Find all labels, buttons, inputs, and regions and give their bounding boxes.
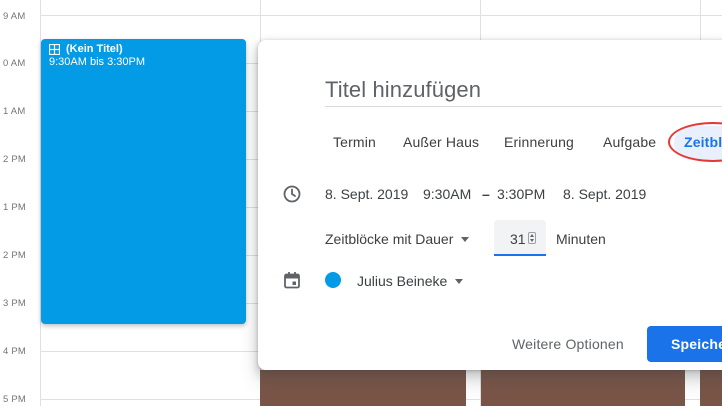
time-label: 2 PM — [3, 250, 26, 261]
time-label: 1 AM — [3, 106, 26, 117]
end-date[interactable]: 8. Sept. 2019 — [563, 186, 646, 202]
tab-termin[interactable]: Termin — [333, 134, 376, 150]
time-label: 9 AM — [3, 11, 26, 22]
event-title: (Kein Titel) — [66, 43, 123, 55]
time-label: 4 PM — [3, 346, 26, 357]
spinner-icon[interactable] — [528, 232, 536, 244]
time-label: 3 PM — [3, 298, 26, 309]
clock-icon — [283, 185, 301, 203]
start-time[interactable]: 9:30AM — [423, 186, 471, 202]
time-separator: – — [482, 186, 490, 202]
save-button[interactable]: Speiche — [647, 326, 722, 362]
time-label: 1 PM — [3, 202, 26, 213]
time-label: 2 PM — [3, 154, 26, 165]
highlight-ring — [668, 122, 722, 162]
block-type-label: Zeitblöcke mit Dauer — [325, 231, 454, 247]
title-input[interactable]: Titel hinzufügen — [325, 77, 722, 107]
calendar-dropdown[interactable]: Julius Beineke — [357, 273, 464, 289]
quick-create-dialog: Titel hinzufügen Termin Außer Haus Erinn… — [258, 40, 722, 370]
duration-unit: Minuten — [556, 231, 606, 247]
event-block[interactable] — [260, 370, 466, 406]
tab-ausser-haus[interactable]: Außer Haus — [403, 134, 479, 150]
tab-aufgabe[interactable]: Aufgabe — [603, 134, 656, 150]
event-block[interactable] — [700, 370, 722, 406]
tab-erinnerung[interactable]: Erinnerung — [504, 134, 574, 150]
event-time: 9:30AM bis 3:30PM — [49, 56, 145, 68]
calendar-color-dot — [325, 272, 341, 288]
dropdown-caret-icon — [461, 236, 470, 242]
selected-event[interactable]: (Kein Titel) 9:30AM bis 3:30PM — [41, 39, 246, 324]
event-block[interactable] — [481, 370, 685, 406]
end-time[interactable]: 3:30PM — [497, 186, 545, 202]
start-date[interactable]: 8. Sept. 2019 — [325, 186, 408, 202]
duration-value: 31 — [510, 231, 526, 247]
time-label: 5 PM — [3, 394, 26, 405]
dropdown-caret-icon — [455, 278, 464, 284]
more-options-button[interactable]: Weitere Optionen — [512, 336, 624, 352]
calendar-icon — [284, 272, 300, 289]
block-type-dropdown[interactable]: Zeitblöcke mit Dauer — [325, 231, 470, 247]
grid-icon — [49, 44, 60, 55]
duration-input[interactable]: 31 — [494, 220, 546, 256]
calendar-name: Julius Beineke — [357, 273, 448, 289]
time-label: 0 AM — [3, 58, 26, 69]
event-title-row: (Kein Titel) — [49, 43, 238, 56]
hour-line — [40, 15, 722, 16]
